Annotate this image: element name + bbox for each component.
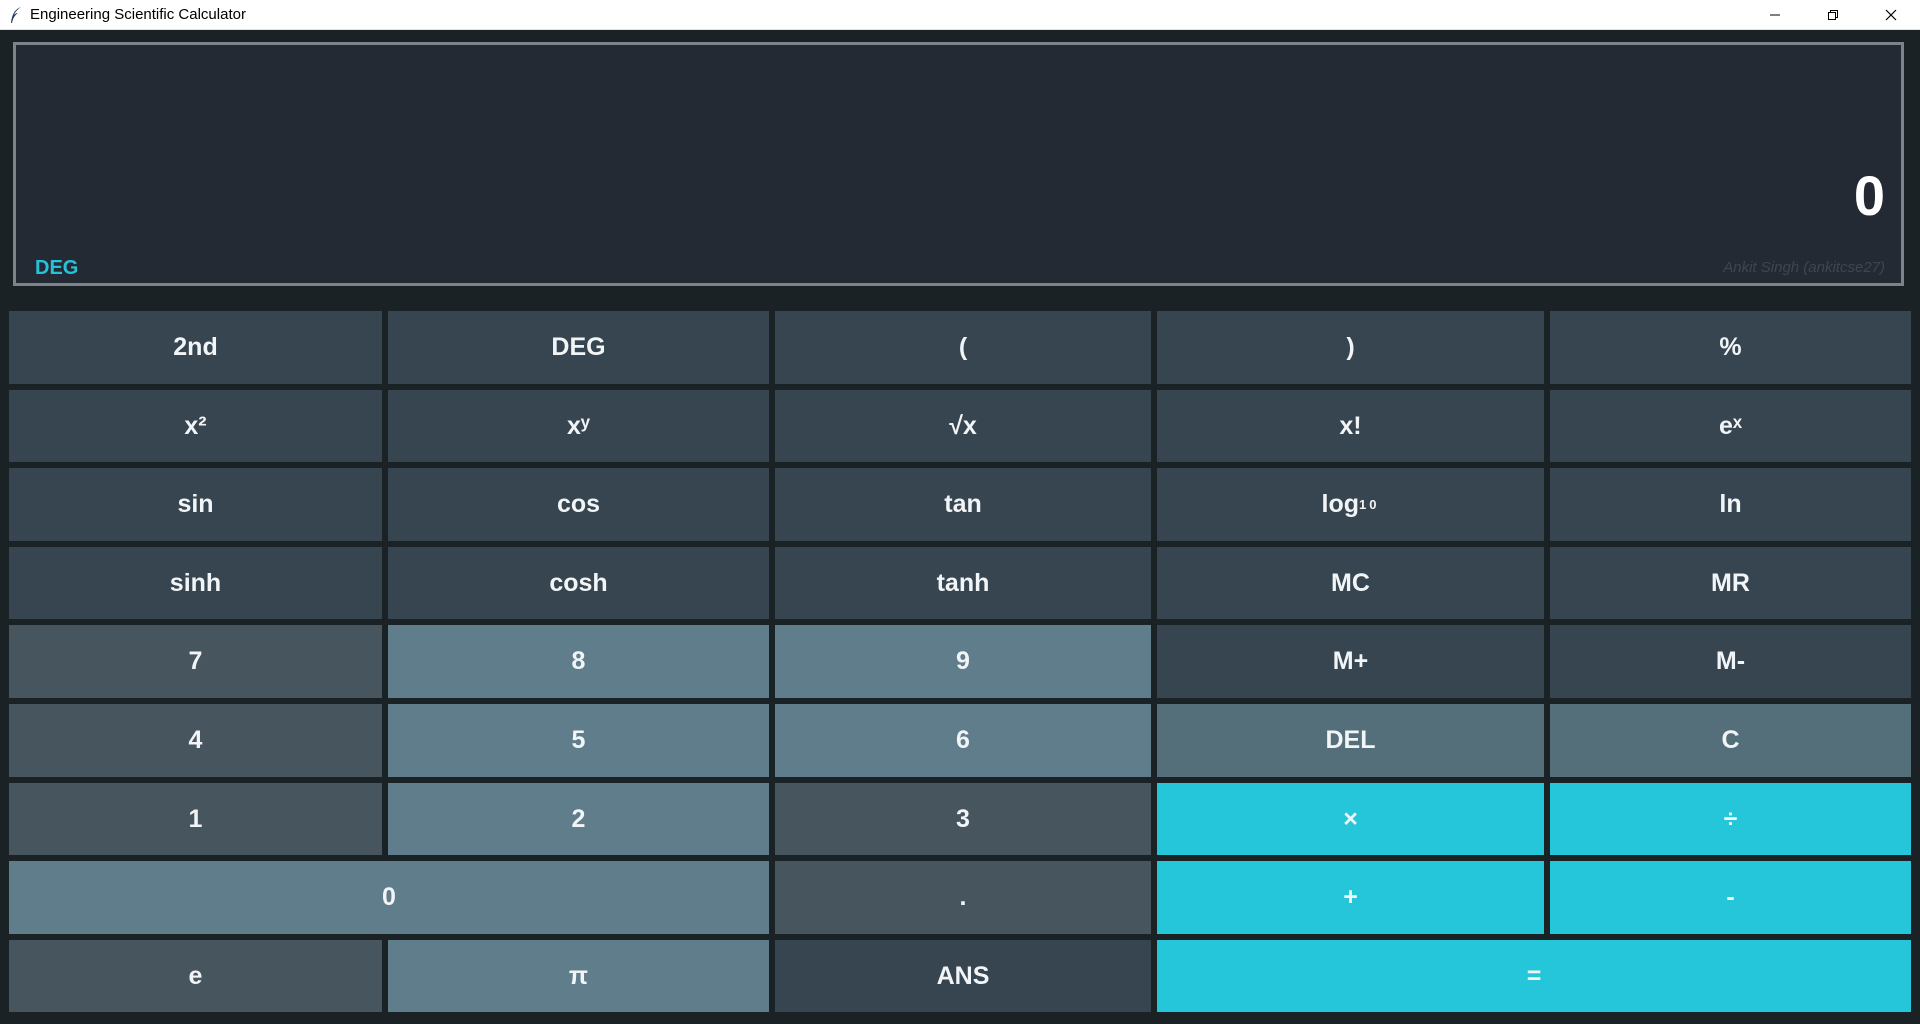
sinh-button[interactable]: sinh	[9, 547, 382, 619]
digit-5-button[interactable]: 5	[388, 704, 769, 777]
digit-2-button[interactable]: 2	[388, 783, 769, 855]
window-title: Engineering Scientific Calculator	[30, 6, 246, 23]
calculator-display: 0 DEG Ankit Singh (ankitcse27)	[13, 42, 1904, 286]
ln-button[interactable]: ln	[1550, 468, 1911, 541]
digit-1-button[interactable]: 1	[9, 783, 382, 855]
multiply-button[interactable]: ×	[1157, 783, 1544, 855]
power-button[interactable]: xʸ	[388, 390, 769, 462]
tan-button[interactable]: tan	[775, 468, 1151, 541]
sin-button[interactable]: sin	[9, 468, 382, 541]
log10-label: log	[1321, 490, 1360, 518]
angle-mode-button[interactable]: DEG	[388, 311, 769, 384]
cosh-button[interactable]: cosh	[388, 547, 769, 619]
open-paren-button[interactable]: (	[775, 311, 1151, 384]
close-button[interactable]	[1862, 0, 1920, 29]
square-button[interactable]: x²	[9, 390, 382, 462]
square-root-button[interactable]: √x	[775, 390, 1151, 462]
title-bar: Engineering Scientific Calculator	[0, 0, 1920, 30]
digit-7-button[interactable]: 7	[9, 625, 382, 698]
factorial-button[interactable]: x!	[1157, 390, 1544, 462]
memory-add-button[interactable]: M+	[1157, 625, 1544, 698]
equals-button[interactable]: =	[1157, 940, 1911, 1012]
restore-button[interactable]	[1804, 0, 1862, 29]
cos-button[interactable]: cos	[388, 468, 769, 541]
pi-button[interactable]: π	[388, 940, 769, 1012]
close-icon	[1885, 9, 1897, 20]
percent-button[interactable]: %	[1550, 311, 1911, 384]
tanh-button[interactable]: tanh	[775, 547, 1151, 619]
angle-mode-indicator: DEG	[35, 257, 79, 279]
log10-subscript: 10	[1359, 497, 1380, 512]
delete-button[interactable]: DEL	[1157, 704, 1544, 777]
clear-button[interactable]: C	[1550, 704, 1911, 777]
digit-8-button[interactable]: 8	[388, 625, 769, 698]
log10-button[interactable]: log 10	[1157, 468, 1544, 541]
minimize-button[interactable]	[1746, 0, 1804, 29]
memory-clear-button[interactable]: MC	[1157, 547, 1544, 619]
minimize-icon	[1770, 14, 1780, 15]
answer-button[interactable]: ANS	[775, 940, 1151, 1012]
digit-6-button[interactable]: 6	[775, 704, 1151, 777]
feather-icon	[6, 5, 26, 25]
digit-9-button[interactable]: 9	[775, 625, 1151, 698]
author-credit: Ankit Singh (ankitcse27)	[1723, 259, 1885, 276]
close-paren-button[interactable]: )	[1157, 311, 1544, 384]
exp-button[interactable]: eˣ	[1550, 390, 1911, 462]
second-function-button[interactable]: 2nd	[9, 311, 382, 384]
decimal-point-button[interactable]: .	[775, 861, 1151, 934]
memory-subtract-button[interactable]: M-	[1550, 625, 1911, 698]
digit-4-button[interactable]: 4	[9, 704, 382, 777]
digit-0-button[interactable]: 0	[9, 861, 769, 934]
subtract-button[interactable]: -	[1550, 861, 1911, 934]
digit-3-button[interactable]: 3	[775, 783, 1151, 855]
display-value: 0	[1853, 164, 1885, 227]
add-button[interactable]: +	[1157, 861, 1544, 934]
memory-recall-button[interactable]: MR	[1550, 547, 1911, 619]
euler-constant-button[interactable]: e	[9, 940, 382, 1012]
divide-button[interactable]: ÷	[1550, 783, 1911, 855]
window-controls	[1746, 0, 1920, 29]
restore-icon	[1828, 9, 1838, 20]
